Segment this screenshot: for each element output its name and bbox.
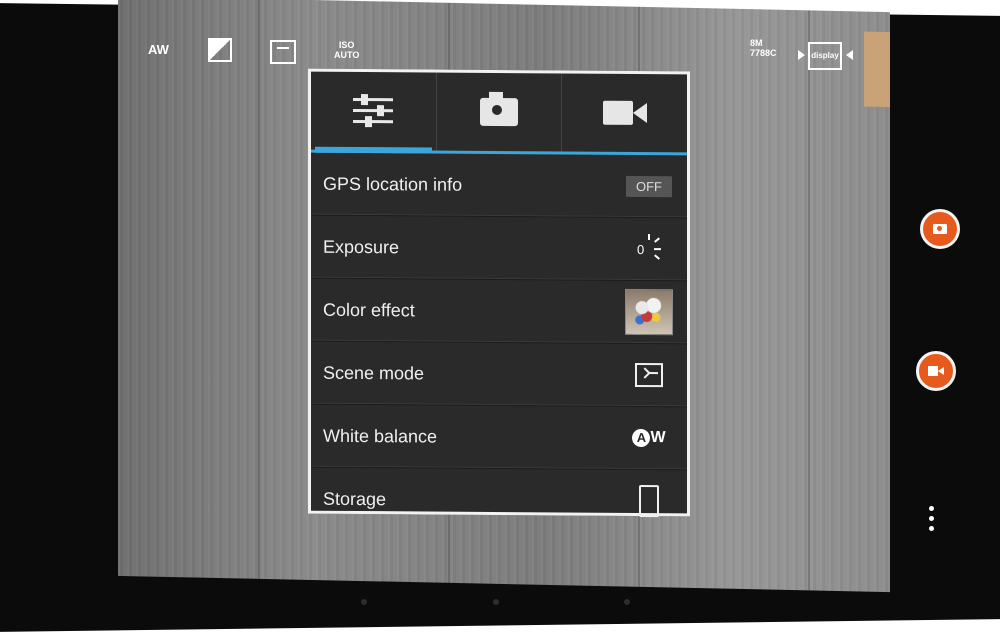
gps-toggle[interactable]: OFF [626, 175, 672, 197]
tab-settings[interactable] [311, 71, 437, 151]
tab-video[interactable] [562, 73, 687, 152]
box-corner [864, 31, 890, 108]
setting-row-white-balance[interactable]: White balance AW [311, 404, 687, 471]
nav-back-button[interactable] [361, 599, 367, 605]
setting-row-color-effect[interactable]: Color effect [311, 278, 687, 345]
iso-value: AUTO [334, 50, 360, 60]
exposure-compensation-icon[interactable] [208, 38, 232, 62]
setting-label: Scene mode [323, 362, 425, 383]
setting-row-exposure[interactable]: Exposure 0 [311, 215, 687, 282]
auto-white-balance-icon[interactable]: AW [148, 42, 169, 57]
camera-icon [480, 97, 518, 127]
scene-mode-icon [635, 362, 663, 388]
tab-photo[interactable] [436, 72, 563, 152]
phone-storage-icon [639, 484, 659, 518]
nav-home-button[interactable] [493, 599, 499, 605]
floor-seam [258, 0, 260, 579]
video-camera-icon [602, 100, 647, 125]
setting-label: GPS location info [323, 173, 463, 195]
white-balance-text: AW [148, 42, 169, 57]
display-toggle[interactable]: display [808, 42, 842, 70]
resolution-label: 8M [750, 38, 763, 48]
setting-row-gps[interactable]: GPS location info OFF [311, 152, 687, 219]
settings-panel: GPS location info OFF Exposure 0 Color e… [308, 68, 690, 518]
setting-label: Exposure [323, 236, 400, 257]
display-label: display [811, 51, 839, 60]
auto-white-balance-icon: AW [632, 428, 666, 448]
sliders-icon [353, 93, 394, 129]
exposure-icon: 0 [634, 234, 664, 264]
setting-label: White balance [323, 425, 438, 447]
scene-mode-icon[interactable] [270, 40, 296, 64]
color-effect-thumbnail [625, 288, 673, 336]
floor-seam [808, 10, 810, 591]
setting-label: Color effect [323, 299, 415, 320]
overflow-menu-icon[interactable] [929, 506, 935, 536]
exposure-value: 0 [637, 241, 645, 258]
camera-shutter-icon [933, 224, 947, 234]
photo-shutter-button[interactable] [920, 209, 960, 249]
remaining-shots: 7788C [750, 48, 777, 58]
display-right-arrow-icon [846, 50, 853, 60]
iso-icon[interactable]: ISO AUTO [334, 40, 359, 60]
setting-row-storage[interactable]: Storage [311, 468, 687, 533]
video-record-icon [928, 366, 944, 376]
setting-label: Storage [323, 488, 387, 509]
settings-tabs [311, 71, 687, 156]
setting-row-scene-mode[interactable]: Scene mode [311, 341, 687, 408]
storage-status: 8M 7788C [750, 38, 777, 58]
iso-label: ISO [338, 40, 355, 50]
nav-recents-button[interactable] [624, 599, 630, 605]
display-left-arrow-icon [798, 50, 805, 60]
video-record-button[interactable] [916, 351, 956, 391]
